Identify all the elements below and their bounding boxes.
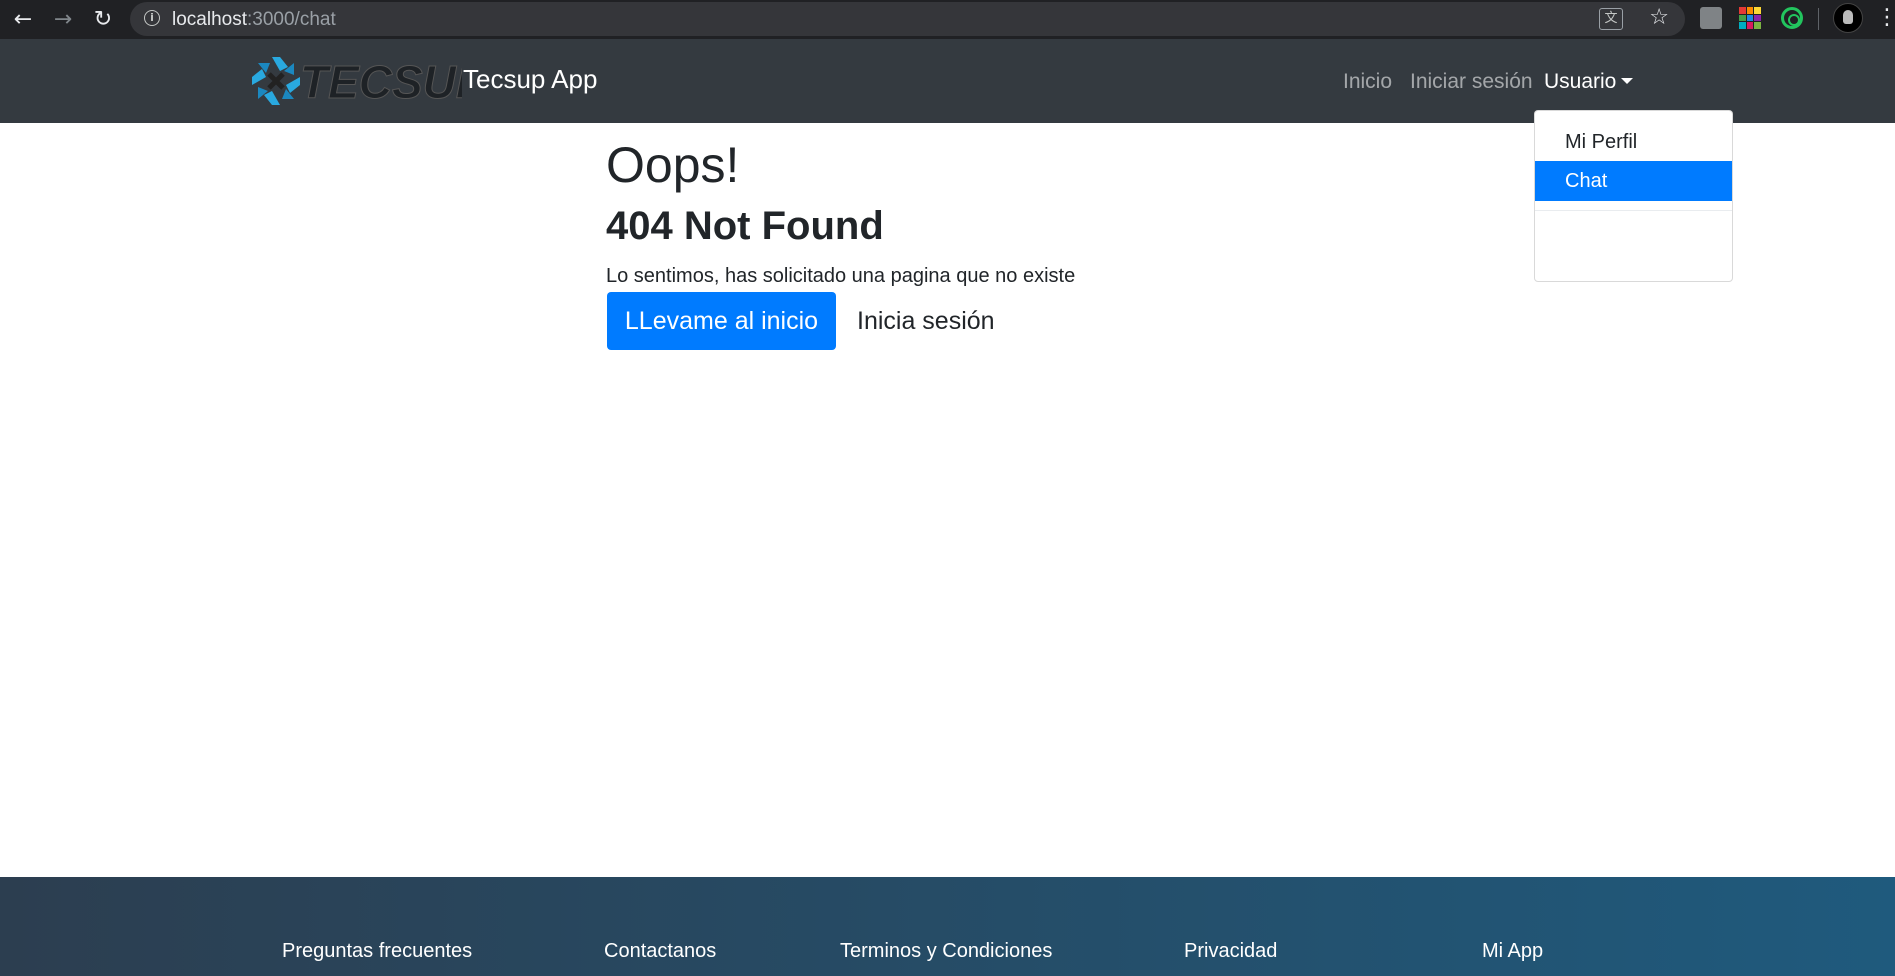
login-link[interactable]: Inicia sesión bbox=[857, 307, 995, 336]
url-path: :3000/chat bbox=[247, 9, 336, 30]
url-host: localhost bbox=[172, 9, 247, 30]
nav-dropdown-usuario[interactable]: Usuario bbox=[1544, 70, 1634, 94]
footer: Preguntas frecuentes Contactanos Termino… bbox=[0, 877, 1895, 976]
error-title: Oops! bbox=[606, 137, 740, 193]
color-palette-extension-icon[interactable] bbox=[1739, 7, 1761, 29]
translate-icon[interactable]: 文 bbox=[1599, 8, 1623, 30]
profile-avatar[interactable] bbox=[1833, 3, 1863, 33]
more-menu-icon[interactable]: ⋮ bbox=[1876, 6, 1895, 30]
footer-link-contact[interactable]: Contactanos bbox=[604, 940, 716, 963]
site-info-icon[interactable]: i bbox=[144, 10, 160, 26]
dropdown-divider bbox=[1535, 210, 1732, 211]
footer-link-terms[interactable]: Terminos y Condiciones bbox=[840, 940, 1052, 963]
reload-icon[interactable]: ↻ bbox=[88, 5, 118, 35]
caret-down-icon bbox=[1621, 78, 1634, 84]
url-text[interactable]: localhost:3000/chat bbox=[172, 9, 336, 31]
error-message: Lo sentimos, has solicitado una pagina q… bbox=[606, 265, 1076, 287]
forward-icon[interactable]: → bbox=[48, 5, 78, 35]
nav-link-inicio[interactable]: Inicio bbox=[1343, 70, 1392, 94]
dropdown-item-mi-perfil[interactable]: Mi Perfil bbox=[1535, 122, 1732, 162]
error-subtitle: 404 Not Found bbox=[606, 204, 884, 248]
footer-link-faq[interactable]: Preguntas frecuentes bbox=[282, 940, 472, 963]
bookmark-star-icon[interactable]: ☆ bbox=[1649, 5, 1669, 30]
user-dropdown-menu: Mi Perfil Chat bbox=[1534, 110, 1733, 282]
target-extension-icon[interactable] bbox=[1781, 7, 1803, 29]
extension-icon[interactable] bbox=[1700, 7, 1722, 29]
nav-link-iniciar-sesion[interactable]: Iniciar sesión bbox=[1410, 70, 1533, 94]
dropdown-item-chat[interactable]: Chat bbox=[1535, 161, 1732, 201]
brand-title[interactable]: Tecsup App bbox=[463, 64, 597, 95]
back-icon[interactable]: ← bbox=[8, 5, 38, 35]
browser-toolbar: ← → ↻ i localhost:3000/chat 文 ☆ ⋮ bbox=[0, 0, 1895, 39]
tecsup-logo[interactable]: TECSUP bbox=[250, 55, 462, 107]
nav-dropdown-usuario-label: Usuario bbox=[1544, 70, 1617, 93]
toolbar-divider bbox=[1818, 8, 1819, 30]
footer-link-my-app[interactable]: Mi App bbox=[1482, 940, 1543, 963]
go-home-button[interactable]: LLevame al inicio bbox=[607, 292, 836, 350]
address-bar[interactable]: i localhost:3000/chat 文 ☆ bbox=[130, 2, 1685, 36]
footer-link-privacy[interactable]: Privacidad bbox=[1184, 940, 1277, 963]
logo-wordmark: TECSUP bbox=[300, 56, 462, 107]
